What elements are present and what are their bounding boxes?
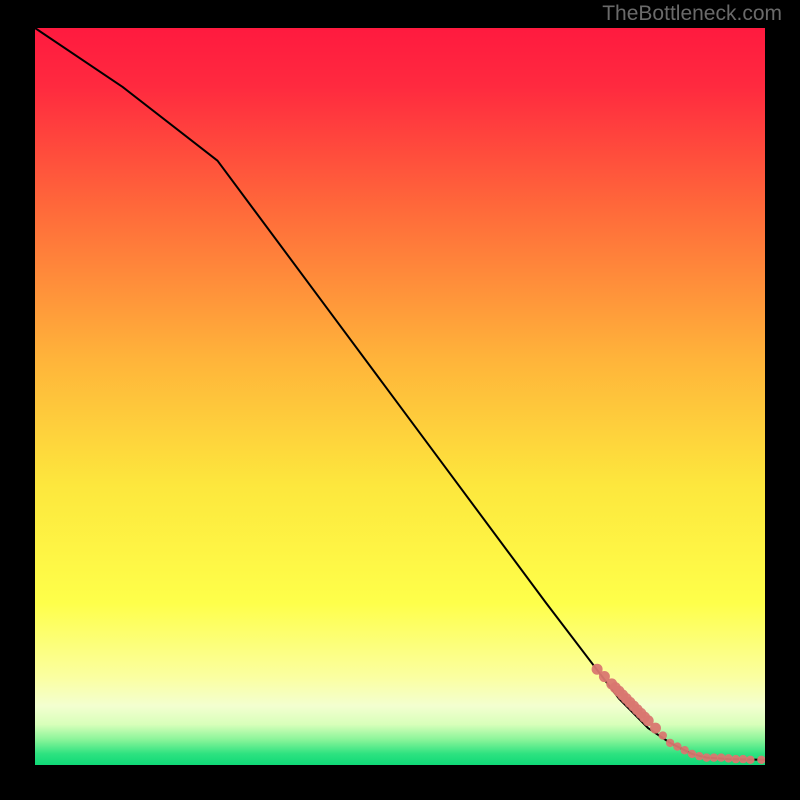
data-point bbox=[739, 755, 747, 763]
gradient-background bbox=[35, 28, 765, 765]
data-point bbox=[724, 754, 732, 762]
data-point bbox=[681, 746, 689, 754]
watermark-text: TheBottleneck.com bbox=[602, 2, 782, 26]
data-point bbox=[710, 753, 718, 761]
data-point bbox=[702, 753, 710, 761]
data-point bbox=[666, 739, 674, 747]
data-point bbox=[695, 752, 703, 760]
data-point bbox=[746, 756, 754, 764]
data-point bbox=[673, 742, 681, 750]
data-point bbox=[659, 731, 667, 739]
data-point bbox=[650, 723, 661, 734]
data-point bbox=[717, 753, 725, 761]
data-point bbox=[688, 750, 696, 758]
chart-plot bbox=[35, 28, 765, 765]
chart-container: TheBottleneck.com bbox=[0, 0, 800, 800]
data-point bbox=[732, 755, 740, 763]
